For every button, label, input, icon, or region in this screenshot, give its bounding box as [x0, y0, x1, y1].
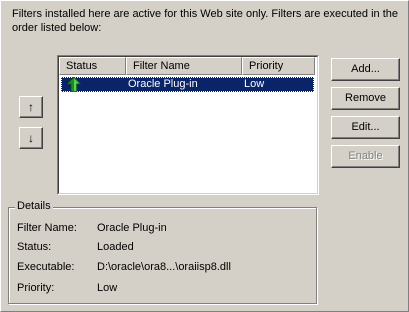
add-button-label: Add...: [351, 63, 380, 75]
green-up-arrow-icon: [67, 77, 81, 92]
add-button[interactable]: Add...: [331, 58, 400, 81]
remove-button[interactable]: Remove: [331, 87, 400, 110]
filter-name-value: Oracle Plug-in: [97, 222, 167, 234]
filter-name-cell: Oracle Plug-in: [128, 78, 198, 90]
edit-button[interactable]: Edit...: [331, 116, 400, 139]
remove-button-label: Remove: [345, 92, 386, 104]
enable-button-label: Enable: [348, 150, 383, 162]
status-label: Status:: [17, 241, 52, 253]
details-group-title: Details: [15, 200, 53, 212]
edit-button-label: Edit...: [351, 121, 380, 133]
column-header-filter-name[interactable]: Filter Name: [126, 57, 242, 75]
executable-value: D:\oracle\ora8...\oraiisp8.dll: [97, 261, 231, 273]
move-down-button[interactable]: ↓: [19, 127, 43, 149]
move-down-icon: ↓: [28, 131, 34, 145]
filters-list[interactable]: Status Filter Name Priority Oracle Plug-…: [57, 55, 319, 195]
filter-name-label: Filter Name:: [17, 222, 77, 234]
list-item[interactable]: Oracle Plug-in Low: [61, 77, 314, 92]
priority-cell: Low: [244, 78, 265, 90]
column-header-status[interactable]: Status: [59, 57, 126, 75]
intro-text: Filters installed here are active for th…: [12, 8, 398, 34]
list-header: Status Filter Name Priority: [59, 57, 317, 75]
status-value: Loaded: [97, 241, 134, 253]
enable-button[interactable]: Enable: [331, 145, 400, 168]
executable-label: Executable:: [17, 261, 75, 273]
column-header-priority[interactable]: Priority: [242, 57, 315, 75]
move-up-icon: ↑: [28, 100, 34, 114]
priority-label: Priority:: [17, 282, 55, 294]
priority-value: Low: [97, 282, 118, 294]
move-up-button[interactable]: ↑: [19, 96, 43, 118]
